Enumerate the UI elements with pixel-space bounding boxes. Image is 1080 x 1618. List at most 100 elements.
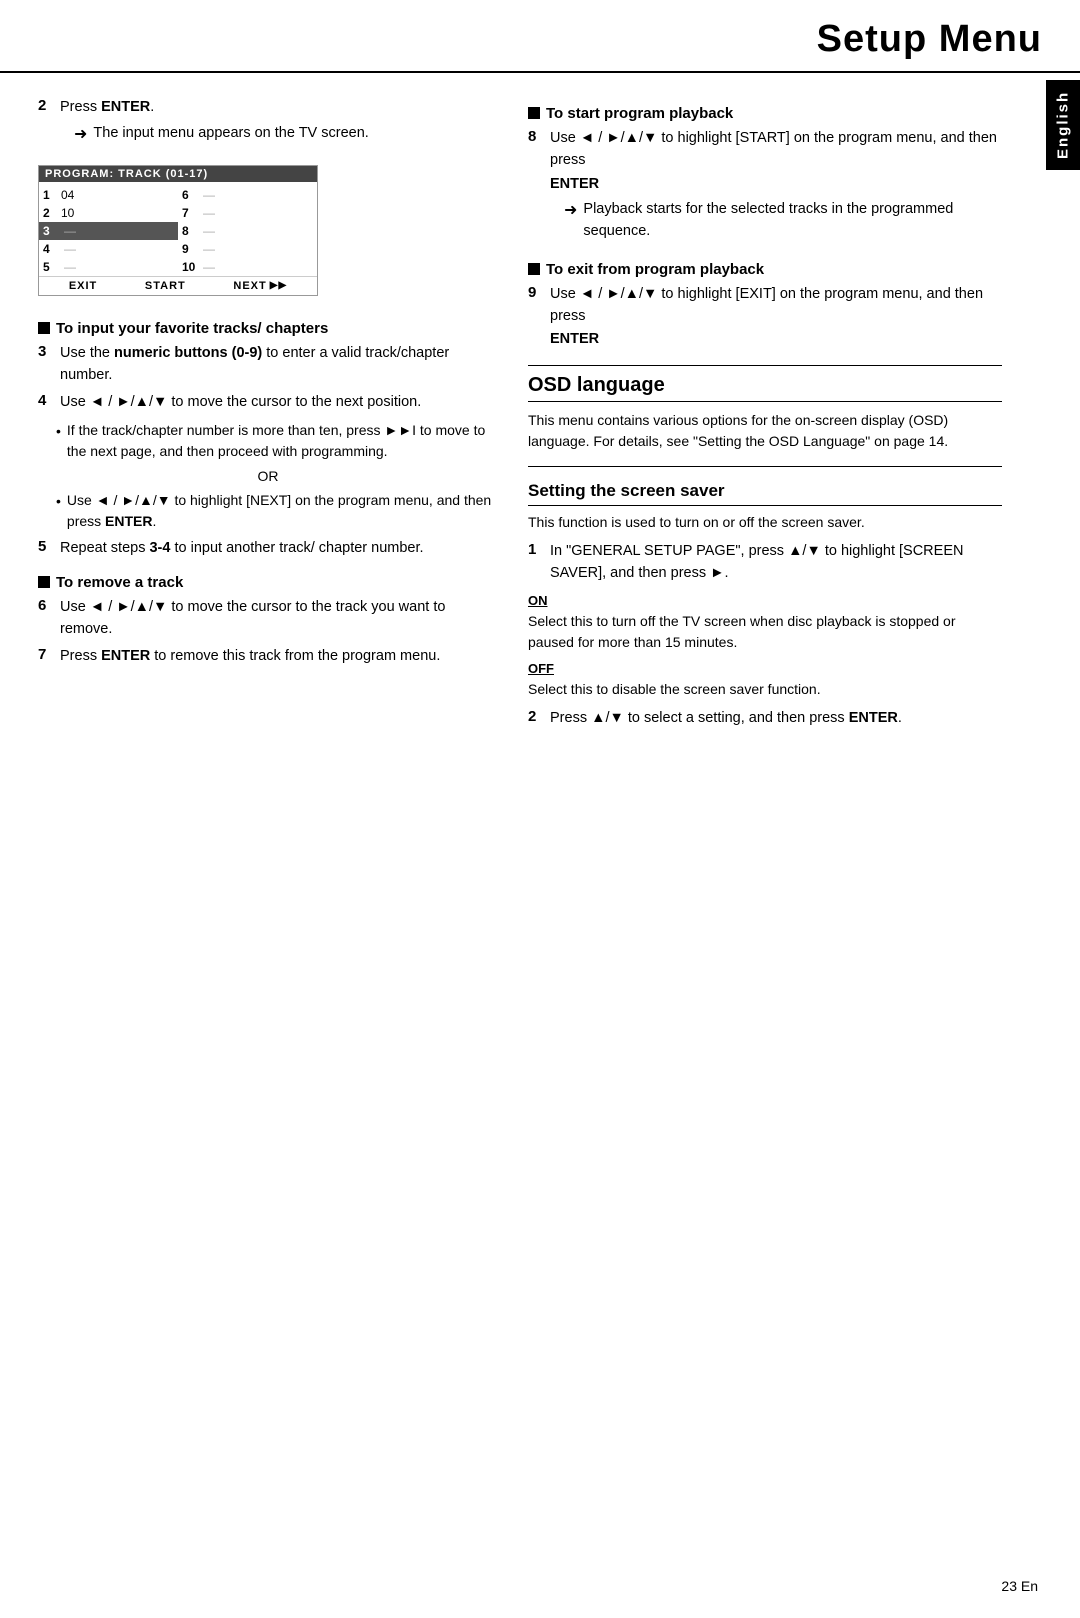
prog-row-7: 7 — [178, 204, 317, 222]
prog-num-7: 7 [182, 206, 198, 220]
section-input-heading: To input your favorite tracks/ chapters [38, 320, 498, 337]
step-8-num: 8 [528, 128, 542, 145]
program-table-footer: EXIT START NEXT ▶▶ [39, 276, 317, 295]
step-6: 6 Use ◄ / ►/▲/▼ to move the cursor to th… [38, 597, 498, 641]
step-9-content: Use ◄ / ►/▲/▼ to highlight [EXIT] on the… [550, 284, 1002, 351]
screen-saver-step-2-post: . [898, 710, 902, 726]
section-exit-heading: To exit from program playback [528, 261, 1002, 278]
screen-saver-step-2-pre: Press ▲/▼ to select a setting, and then … [550, 710, 849, 726]
prog-num-2: 2 [43, 206, 59, 220]
step-5-pre: Repeat steps [60, 540, 149, 556]
screen-saver-step-2-enter: ENTER [849, 710, 898, 726]
prog-num-3: 3 [43, 224, 59, 238]
step-4-num: 4 [38, 392, 52, 409]
step-4: 4 Use ◄ / ►/▲/▼ to move the cursor to th… [38, 392, 498, 414]
prog-row-2: 2 10 [39, 204, 178, 222]
screen-saver-step-1-num: 1 [528, 541, 542, 558]
prog-num-9: 9 [182, 242, 198, 256]
dot-icon-1: • [56, 421, 61, 442]
off-text: Select this to disable the screen saver … [528, 679, 1002, 700]
step-3: 3 Use the numeric buttons (0-9) to enter… [38, 343, 498, 387]
step-7-num: 7 [38, 646, 52, 663]
screen-saver-step-1: 1 In "GENERAL SETUP PAGE", press ▲/▼ to … [528, 541, 1002, 585]
prog-val-6: — [198, 188, 218, 202]
prog-val-5: — [59, 260, 79, 274]
step-8-arrow-text: Playback starts for the selected tracks … [583, 199, 1002, 243]
bullet-icon-input [38, 322, 50, 334]
prog-val-10: — [198, 260, 218, 274]
prog-row-1: 1 04 [39, 186, 178, 204]
step-8-text: Use ◄ / ►/▲/▼ to highlight [START] on th… [550, 130, 997, 168]
section-exit-label: To exit from program playback [546, 261, 764, 278]
section-start-heading: To start program playback [528, 105, 1002, 122]
prog-row-8: 8 — [178, 222, 317, 240]
footer-next: NEXT ▶▶ [233, 280, 287, 292]
screen-saver-intro: This function is used to turn on or off … [528, 512, 1002, 533]
prog-row-3: 3 — [39, 222, 178, 240]
step-3-num: 3 [38, 343, 52, 360]
section-input-label: To input your favorite tracks/ chapters [56, 320, 328, 337]
step-2: 2 Press ENTER. ➜ The input menu appears … [38, 97, 498, 151]
step-5-post: to input another track/ chapter number. [170, 540, 423, 556]
step-2-enter: ENTER [101, 99, 150, 115]
divider-osd [528, 365, 1002, 366]
dot-icon-2: • [56, 491, 61, 512]
prog-num-6: 6 [182, 188, 198, 202]
step-8-arrow: ➜ Playback starts for the selected track… [564, 199, 1002, 243]
bullet-2: • Use ◄ / ►/▲/▼ to highlight [NEXT] on t… [56, 490, 498, 532]
prog-row-6: 6 — [178, 186, 317, 204]
on-label: ON [528, 593, 1002, 608]
step-2-press: Press [60, 99, 101, 115]
program-col-2: 6 — 7 — 8 — 9 — [178, 186, 317, 276]
step-7: 7 Press ENTER to remove this track from … [38, 646, 498, 668]
step-2-arrow: ➜ The input menu appears on the TV scree… [74, 123, 498, 147]
step-4-text: Use ◄ / ►/▲/▼ to move the cursor to the … [60, 394, 421, 410]
step-2-arrow-text: The input menu appears on the TV screen. [93, 123, 368, 145]
off-label: OFF [528, 661, 1002, 676]
page-title-bar: Setup Menu [0, 0, 1080, 73]
step-7-bold: ENTER [101, 648, 150, 664]
step-2-content: Press ENTER. ➜ The input menu appears on… [60, 97, 498, 151]
screen-saver-step-1-content: In "GENERAL SETUP PAGE", press ▲/▼ to hi… [550, 541, 1002, 585]
on-text: Select this to turn off the TV screen wh… [528, 611, 1002, 653]
step-3-content: Use the numeric buttons (0-9) to enter a… [60, 343, 498, 387]
prog-row-5: 5 — [39, 258, 178, 276]
step-2-dot: . [150, 99, 154, 115]
step-8-content: Use ◄ / ►/▲/▼ to highlight [START] on th… [550, 128, 1002, 247]
or-separator: OR [38, 468, 498, 484]
main-content: 2 Press ENTER. ➜ The input menu appears … [0, 73, 1080, 755]
prog-num-5: 5 [43, 260, 59, 274]
bullet-1-text: If the track/chapter number is more than… [67, 420, 498, 462]
program-track-table: PROGRAM: TRACK (01-17) 1 04 2 10 3 — [38, 165, 318, 296]
arrow-icon-start: ➜ [564, 199, 577, 223]
prog-num-1: 1 [43, 188, 59, 202]
prog-val-4: — [59, 242, 79, 256]
step-6-text: Use ◄ / ►/▲/▼ to move the cursor to the … [60, 599, 445, 637]
prog-val-9: — [198, 242, 218, 256]
section-remove-heading: To remove a track [38, 574, 498, 591]
left-column: 2 Press ENTER. ➜ The input menu appears … [38, 91, 498, 735]
bullet-2-post: . [152, 513, 156, 529]
prog-num-8: 8 [182, 224, 198, 238]
bullet-2-text: Use ◄ / ►/▲/▼ to highlight [NEXT] on the… [67, 490, 498, 532]
bullet-1: • If the track/chapter number is more th… [56, 420, 498, 462]
step-6-content: Use ◄ / ►/▲/▼ to move the cursor to the … [60, 597, 498, 641]
screen-saver-step-2: 2 Press ▲/▼ to select a setting, and the… [528, 708, 1002, 730]
prog-row-10: 10 — [178, 258, 317, 276]
screen-saver-step-2-num: 2 [528, 708, 542, 725]
bullet-icon-start [528, 107, 540, 119]
page-title: Setup Menu [0, 18, 1042, 61]
step-3-bold: numeric buttons (0-9) [114, 345, 262, 361]
section-remove-label: To remove a track [56, 574, 183, 591]
bullet-2-enter: ENTER [105, 513, 152, 529]
step-7-pre: Press [60, 648, 101, 664]
screen-saver-step-2-content: Press ▲/▼ to select a setting, and then … [550, 708, 1002, 730]
step-7-post: to remove this track from the program me… [150, 648, 440, 664]
program-col-1: 1 04 2 10 3 — 4 — [39, 186, 178, 276]
right-column: To start program playback 8 Use ◄ / ►/▲/… [528, 91, 1042, 735]
step-2-num: 2 [38, 97, 52, 114]
footer-start: START [145, 280, 186, 292]
prog-val-3: — [59, 224, 79, 238]
section-start-label: To start program playback [546, 105, 733, 122]
arrow-icon: ➜ [74, 123, 87, 147]
